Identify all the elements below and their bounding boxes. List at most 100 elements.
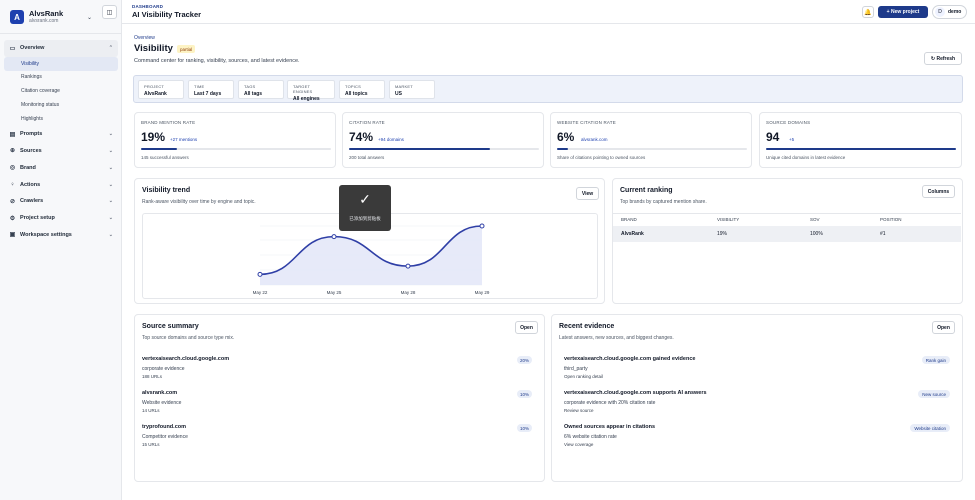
list-item[interactable]: tryprofound.com Competitor evidence 15 U…	[142, 424, 539, 448]
sidebar-item-brand[interactable]: ◎ Brand ⌄	[4, 159, 118, 176]
kpi-delta: +5	[789, 137, 795, 142]
card-description: Top source domains and source type mix.	[142, 335, 235, 341]
topbar: ◫ DASHBOARD AI Visibility Tracker 🔔 + Ne…	[102, 0, 975, 24]
app-title: AI Visibility Tracker	[132, 10, 202, 19]
source-urls: 15 URLs	[142, 442, 160, 447]
filter-value: AlvsRank	[144, 91, 167, 97]
evidence-action-link[interactable]: Review source	[564, 408, 957, 414]
kpi-progress-fill	[766, 148, 956, 150]
kpi-brand-mention-rate: BRAND MENTION RATE 19% +27 mentions 145 …	[134, 112, 336, 168]
sidebar-subitem-visibility[interactable]: Visibility	[4, 56, 118, 71]
sidebar-item-sources[interactable]: ⊕ Sources ⌄	[4, 143, 118, 160]
sidebar-item-label: Project setup	[20, 215, 55, 222]
data-point[interactable]	[331, 234, 337, 240]
breadcrumb: DASHBOARD	[132, 4, 164, 9]
data-point[interactable]	[257, 271, 263, 277]
sidebar-item-overview[interactable]: ▭ Overview ⌃	[4, 40, 118, 57]
kpi-value: 6%	[557, 130, 575, 144]
chevron-down-icon[interactable]: ⌄	[87, 14, 92, 21]
kpi-progress-fill	[557, 148, 569, 150]
filter-value: Last 7 days	[194, 91, 222, 97]
sidebar-subitem-rankings[interactable]: Rankings	[4, 71, 118, 85]
evidence-tag: Website citation	[910, 424, 950, 432]
kpi-value: 94	[766, 130, 780, 144]
kpi-value: 19%	[141, 130, 166, 144]
notification-bell-icon[interactable]: 🔔	[862, 6, 874, 18]
column-header[interactable]: BRAND	[621, 217, 637, 222]
sidebar-item-crawlers[interactable]: ⊘ Crawlers ⌄	[4, 193, 118, 210]
list-item[interactable]: vertexaisearch.cloud.google.com gained e…	[564, 356, 957, 380]
series-area	[260, 226, 482, 285]
kpi-source-domains: SOURCE DOMAINS 94 +5 Unique cited domain…	[759, 112, 962, 168]
x-tick-label: May 28	[400, 290, 416, 295]
sidebar-item-prompts[interactable]: ▤ Prompts ⌄	[4, 126, 118, 143]
sidebar-item-workspace-settings[interactable]: ▣ Workspace settings ⌄	[4, 227, 118, 244]
cell-visibility: 19%	[717, 231, 728, 237]
sidebar-subitem-highlights[interactable]: Highlights	[4, 112, 118, 126]
kpi-note: 145 successful answers	[141, 155, 189, 160]
sidebar-item-label: Sources	[20, 147, 42, 154]
filter-value: All tags	[244, 91, 263, 97]
project-setup-icon: ⚙	[9, 215, 16, 222]
columns-button[interactable]: Columns	[922, 185, 955, 198]
source-type: Competitor evidence	[142, 434, 188, 440]
user-menu[interactable]: D demo	[932, 5, 967, 19]
new-project-button[interactable]: + New project	[878, 6, 928, 18]
kpi-progress-track	[766, 148, 956, 150]
overview-icon: ▭	[9, 45, 16, 52]
chevron-down-icon: ⌄	[108, 181, 113, 188]
sidebar-subitem-citation-coverage[interactable]: Citation coverage	[4, 84, 118, 98]
filter-target-engines[interactable]: TARGET ENGINES All engines	[287, 80, 335, 102]
filter-project[interactable]: PROJECT AlvsRank	[138, 80, 184, 99]
sidebar-toggle-icon[interactable]: ◫	[102, 5, 117, 19]
chevron-down-icon: ⌄	[108, 198, 113, 205]
list-item[interactable]: alvsrank.com Website evidence 14 URLs 10…	[142, 390, 539, 414]
column-header[interactable]: POSITION	[880, 217, 902, 222]
prompts-icon: ▤	[9, 131, 16, 138]
filter-topics[interactable]: TOPICS All topics	[339, 80, 385, 99]
list-item[interactable]: vertexaisearch.cloud.google.com corporat…	[142, 356, 539, 380]
workspace-switcher[interactable]: A AlvsRank alvsrank.com	[10, 9, 63, 25]
filter-market[interactable]: MARKET US	[389, 80, 435, 99]
evidence-action-link[interactable]: Open ranking detail	[564, 374, 957, 380]
filter-value: All engines	[293, 96, 320, 102]
chevron-down-icon: ⌄	[108, 215, 113, 222]
refresh-button[interactable]: ↻ Refresh	[924, 52, 962, 65]
sources-icon: ⊕	[9, 148, 16, 155]
list-item[interactable]: Owned sources appear in citations 6% web…	[564, 424, 957, 448]
cell-brand: AlvsRank	[621, 231, 644, 237]
filter-label: TOPICS	[345, 84, 362, 89]
card-description: Latest answers, new sources, and biggest…	[559, 335, 674, 341]
sidebar-item-project-setup[interactable]: ⚙ Project setup ⌄	[4, 210, 118, 227]
data-point[interactable]	[479, 223, 485, 229]
sidebar-item-label: Actions	[20, 181, 41, 188]
filter-label: TARGET ENGINES	[293, 84, 313, 94]
data-point[interactable]	[405, 263, 411, 269]
list-item[interactable]: vertexaisearch.cloud.google.com supports…	[564, 390, 957, 414]
filter-time[interactable]: TIME Last 7 days	[188, 80, 234, 99]
app-root: A AlvsRank alvsrank.com ⌄ ▭ Overview ⌃ V…	[0, 0, 975, 500]
column-header[interactable]: VISIBILITY	[717, 217, 739, 222]
page-breadcrumb[interactable]: Overview	[134, 35, 155, 41]
workspace-settings-icon: ▣	[9, 232, 16, 239]
kpi-delta: +27 mentions	[170, 137, 198, 142]
source-type: Website evidence	[142, 400, 182, 406]
brand-domain: alvsrank.com	[29, 18, 59, 24]
open-button[interactable]: Open	[932, 321, 955, 334]
evidence-action-link[interactable]: View coverage	[564, 442, 957, 448]
card-description: Rank-aware visibility over time by engin…	[142, 199, 256, 205]
sidebar-item-label: Overview	[20, 45, 45, 52]
view-button[interactable]: View	[576, 187, 599, 200]
brand-icon: ◎	[9, 165, 16, 172]
table-header: BRAND VISIBILITY SOV POSITION	[613, 213, 961, 225]
source-domain: alvsrank.com	[142, 390, 178, 396]
kpi-delta: +94 domains	[378, 137, 404, 142]
column-header[interactable]: SOV	[810, 217, 820, 222]
sidebar-subitem-monitoring-status[interactable]: Monitoring status	[4, 98, 118, 112]
table-row[interactable]: AlvsRank 19% 100% #1	[613, 226, 961, 242]
sidebar-item-label: Brand	[20, 164, 36, 171]
sidebar-item-actions[interactable]: ♀ Actions ⌄	[4, 176, 118, 193]
open-button[interactable]: Open	[515, 321, 538, 334]
source-domain: vertexaisearch.cloud.google.com	[142, 356, 230, 362]
filter-tags[interactable]: TAGS All tags	[238, 80, 284, 99]
